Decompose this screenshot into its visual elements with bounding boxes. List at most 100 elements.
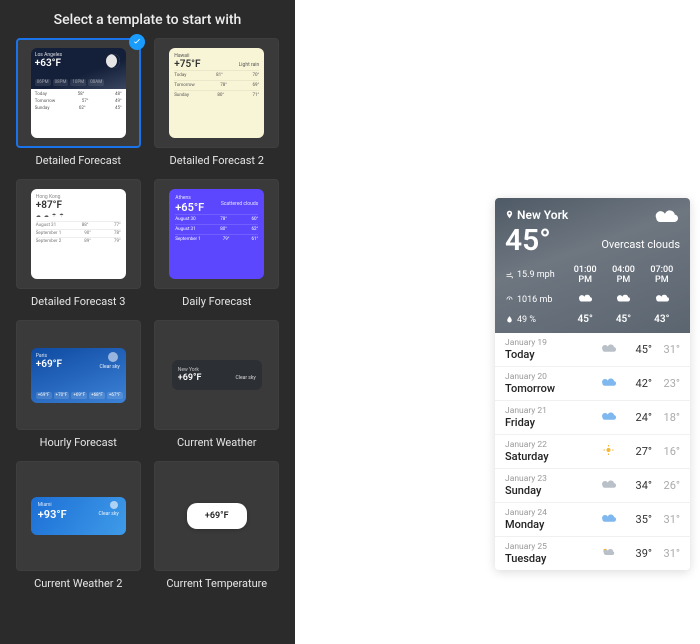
template-thumbnail[interactable]: Miami+93°FClear sky	[16, 461, 141, 571]
preview-day-date: January 23	[505, 474, 596, 484]
preview-day-low: 18°	[652, 411, 680, 424]
preview-day-low: 16°	[652, 445, 680, 458]
preview-day-name: Saturday	[505, 450, 596, 463]
thumbnail-content: New York+69°FClear sky	[172, 360, 262, 390]
cloud-icon	[654, 208, 678, 224]
template-thumbnail[interactable]: Los Angeles+63°F06PM08PM10PM00AMToday58°…	[16, 38, 141, 148]
thumbnail-content: Hawaii+75°FLight rainToday81°70°Tomorrow…	[169, 48, 264, 138]
preview-hour-icon-2	[644, 293, 680, 306]
thumbnail-content: Paris+69°FClear sky+69°F+70°F+69°F+68°F+…	[31, 348, 126, 403]
preview-header: New York 45° Overcast clouds 15.9 mph 01…	[495, 198, 690, 333]
template-card-3[interactable]: Athens+65°FScattered cloudsAugust 3078°6…	[153, 179, 282, 308]
preview-hour-temp-2: 43°	[644, 314, 680, 325]
template-card-7[interactable]: +69°FCurrent Temperature	[153, 461, 282, 590]
preview-day-name: Tomorrow	[505, 382, 596, 395]
template-card-2[interactable]: Hong Kong+87°F☁☁☂☂August 3188°77°Septemb…	[14, 179, 143, 308]
template-card-6[interactable]: Miami+93°FClear sky Current Weather 2	[14, 461, 143, 590]
preview-day-name: Monday	[505, 518, 596, 531]
humidity-icon	[505, 315, 514, 324]
preview-day-date: January 19	[505, 338, 596, 348]
preview-day-icon	[596, 376, 620, 391]
preview-day-date: January 24	[505, 508, 596, 518]
preview-day-name: Tuesday	[505, 552, 596, 565]
template-picker-panel: Select a template to start with Los Ange…	[0, 0, 295, 644]
thumbnail-content: Miami+93°FClear sky	[31, 497, 126, 535]
preview-hours-header: 15.9 mph 01:00 PM 04:00 PM 07:00 PM	[505, 265, 680, 285]
preview-day-name: Today	[505, 348, 596, 361]
template-thumbnail[interactable]: +69°F	[154, 461, 279, 571]
preview-day-icon	[596, 444, 620, 459]
template-thumbnail[interactable]: Paris+69°FClear sky+69°F+70°F+69°F+68°F+…	[16, 320, 141, 430]
template-label: Detailed Forecast 3	[31, 295, 125, 308]
preview-day-name: Sunday	[505, 484, 596, 497]
template-picker-title: Select a template to start with	[14, 12, 281, 38]
preview-day-date: January 25	[505, 542, 596, 552]
preview-day-row: January 19Today 45°31°	[495, 333, 690, 367]
preview-day-row: January 23Sunday 34°26°	[495, 469, 690, 503]
selected-check-icon	[129, 34, 145, 50]
preview-day-row: January 22Saturday 27°16°	[495, 435, 690, 469]
template-label: Daily Forecast	[182, 295, 251, 308]
preview-day-row: January 24Monday 35°31°	[495, 503, 690, 537]
preview-day-high: 35°	[620, 513, 652, 526]
preview-hour-time-1: 04:00 PM	[605, 265, 641, 285]
preview-hour-time-0: 01:00 PM	[567, 265, 603, 285]
thumbnail-content: Hong Kong+87°F☁☁☂☂August 3188°77°Septemb…	[31, 189, 126, 279]
preview-condition: Overcast clouds	[601, 238, 680, 251]
preview-hours-temps: 49 % 45° 45° 43°	[505, 314, 680, 325]
thumbnail-content: +69°F	[187, 503, 247, 529]
preview-wind-value: 15.9 mph	[517, 270, 555, 280]
thumbnail-content: Athens+65°FScattered cloudsAugust 3078°6…	[169, 189, 264, 279]
template-thumbnail[interactable]: Hawaii+75°FLight rainToday81°70°Tomorrow…	[154, 38, 279, 148]
preview-day-high: 34°	[620, 479, 652, 492]
preview-wind: 15.9 mph	[505, 270, 565, 280]
preview-day-low: 23°	[652, 377, 680, 390]
preview-day-low: 31°	[652, 547, 680, 560]
preview-day-low: 31°	[652, 513, 680, 526]
template-card-0[interactable]: Los Angeles+63°F06PM08PM10PM00AMToday58°…	[14, 38, 143, 167]
preview-humidity: 49 %	[505, 315, 565, 325]
preview-day-icon	[596, 342, 620, 357]
template-grid: Los Angeles+63°F06PM08PM10PM00AMToday58°…	[14, 38, 281, 590]
template-card-5[interactable]: New York+69°FClear sky Current Weather	[153, 320, 282, 449]
preview-day-row: January 21Friday 24°18°	[495, 401, 690, 435]
preview-day-high: 42°	[620, 377, 652, 390]
template-label: Current Weather	[177, 436, 256, 449]
preview-day-date: January 20	[505, 372, 596, 382]
preview-hour-temp-1: 45°	[605, 314, 641, 325]
template-thumbnail[interactable]: New York+69°FClear sky	[154, 320, 279, 430]
preview-days-list: January 19Today45°31°January 20Tomorrow4…	[495, 333, 690, 570]
preview-hour-icon-0	[567, 293, 603, 306]
wind-icon	[505, 271, 514, 280]
template-label: Current Weather 2	[34, 577, 122, 590]
preview-day-icon	[596, 546, 620, 561]
template-thumbnail[interactable]: Hong Kong+87°F☁☁☂☂August 3188°77°Septemb…	[16, 179, 141, 289]
preview-pressure-value: 1016 mb	[517, 295, 552, 305]
preview-day-date: January 21	[505, 406, 596, 416]
preview-day-high: 45°	[620, 343, 652, 356]
template-card-1[interactable]: Hawaii+75°FLight rainToday81°70°Tomorrow…	[153, 38, 282, 167]
template-card-4[interactable]: Paris+69°FClear sky+69°F+70°F+69°F+68°F+…	[14, 320, 143, 449]
template-label: Detailed Forecast 2	[170, 154, 264, 167]
template-thumbnail[interactable]: Athens+65°FScattered cloudsAugust 3078°6…	[154, 179, 279, 289]
preview-pressure: 1016 mb	[505, 295, 565, 305]
preview-hour-time-2: 07:00 PM	[644, 265, 680, 285]
preview-day-date: January 22	[505, 440, 596, 450]
preview-day-icon	[596, 478, 620, 493]
thumbnail-content: Los Angeles+63°F06PM08PM10PM00AMToday58°…	[31, 48, 126, 138]
preview-hour-icon-1	[605, 293, 641, 306]
preview-day-low: 31°	[652, 343, 680, 356]
preview-day-icon	[596, 410, 620, 425]
preview-humidity-value: 49 %	[517, 315, 536, 325]
preview-day-high: 27°	[620, 445, 652, 458]
template-label: Hourly Forecast	[40, 436, 117, 449]
weather-preview-widget: New York 45° Overcast clouds 15.9 mph 01…	[495, 198, 690, 570]
preview-location-name: New York	[517, 208, 568, 222]
preview-day-high: 24°	[620, 411, 652, 424]
preview-day-low: 26°	[652, 479, 680, 492]
preview-day-high: 39°	[620, 547, 652, 560]
preview-day-name: Friday	[505, 416, 596, 429]
preview-day-row: January 20Tomorrow 42°23°	[495, 367, 690, 401]
location-pin-icon	[505, 208, 514, 222]
preview-day-row: January 25Tuesday 39°31°	[495, 537, 690, 570]
